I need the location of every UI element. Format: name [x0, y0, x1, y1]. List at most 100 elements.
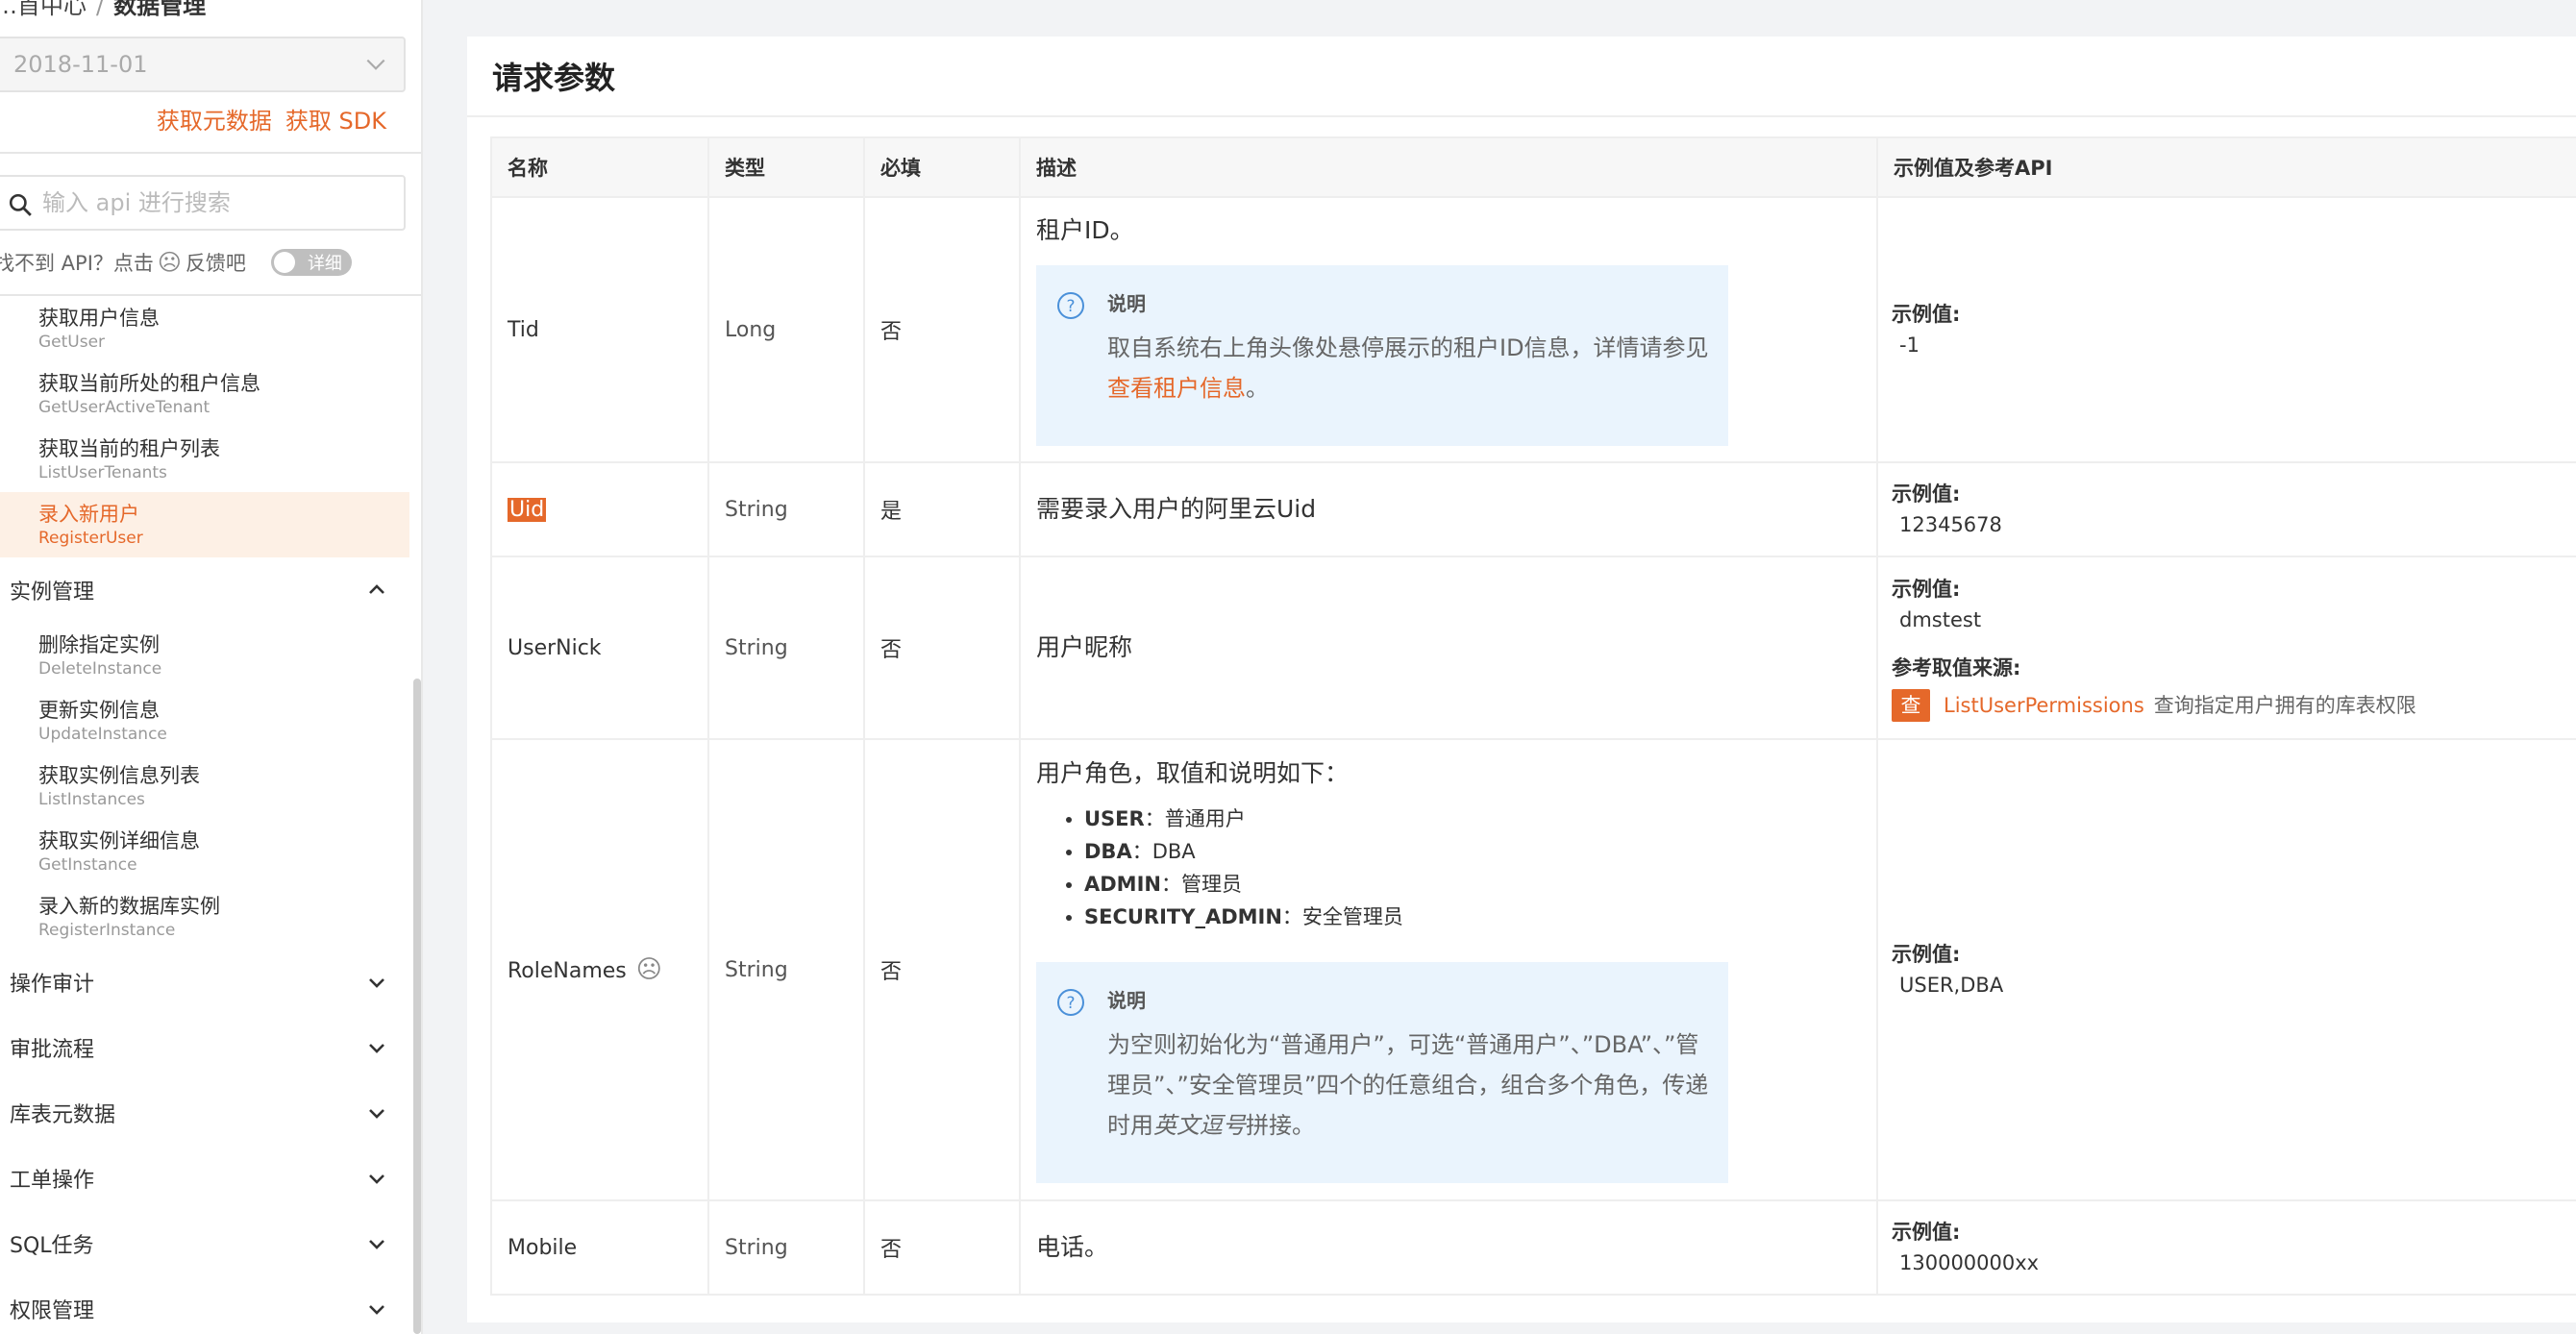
example-value: USER,DBA: [1899, 974, 2004, 997]
role-key: DBA: [1084, 840, 1132, 863]
nav-group-approval[interactable]: 审批流程: [0, 1015, 409, 1080]
param-name: Uid: [490, 461, 709, 557]
nav-item-en: ListInstances: [38, 790, 145, 809]
param-desc: 用户角色，取值和说明如下： USER：普通用户 DBA：DBA ADMIN：管理…: [1019, 738, 1878, 1201]
nav-item-deleteinstance[interactable]: 删除指定实例 DeleteInstance: [0, 623, 409, 688]
role-list: USER：普通用户 DBA：DBA ADMIN：管理员 SECURITY_ADM…: [1036, 803, 1861, 933]
nav-item-getinstance[interactable]: 获取实例详细信息 GetInstance: [0, 819, 409, 884]
param-name-text: RoleNames: [508, 959, 627, 983]
nav-item-zh: 获取实例详细信息: [38, 829, 200, 852]
sad-face-icon[interactable]: ☹: [636, 955, 662, 984]
breadcrumb: …首中心 / 数据管理: [0, 0, 206, 20]
nav-item-zh: 删除指定实例: [38, 633, 160, 656]
nav-item-en: RegisterInstance: [38, 921, 176, 940]
param-required: 否: [863, 1199, 1021, 1296]
nav-item-getuseractivetenant[interactable]: 获取当前所处的租户信息 GetUserActiveTenant: [0, 361, 409, 427]
param-required: 否: [863, 196, 1021, 463]
note-body: 取自系统右上角头像处悬停展示的租户ID信息，详情请参见查看租户信息。: [1107, 328, 1709, 408]
table-header-row: 名称 类型 必填 描述 示例值及参考API: [490, 136, 2576, 198]
param-type: String: [707, 1199, 865, 1296]
example-label: 示例值:: [1892, 943, 1961, 966]
param-example: 示例值: 130000000xx: [1876, 1199, 2576, 1296]
example-label: 示例值:: [1892, 1221, 1961, 1244]
param-example: 示例值: dmstest 参考取值来源: 查 ListUserPermissio…: [1876, 556, 2576, 740]
param-desc: 需要录入用户的阿里云Uid: [1019, 461, 1878, 557]
nav-item-en: DeleteInstance: [38, 659, 162, 679]
chevron-down-icon: [369, 1109, 384, 1119]
param-name: Tid: [490, 196, 709, 463]
search-icon: [9, 193, 32, 216]
nav-group-label: 工单操作: [10, 1169, 95, 1193]
get-sdk-link[interactable]: 获取 SDK: [285, 102, 386, 136]
param-type: Long: [707, 196, 865, 463]
table-row: Tid Long 否 租户ID。 ? 说明 取自系统右上角头像处悬停展示的租户I…: [490, 196, 2576, 463]
ref-badge: 查: [1892, 689, 1930, 722]
table-row: UserNick String 否 用户昵称 示例值: dmstest 参考取值…: [490, 556, 2576, 740]
param-required: 是: [863, 461, 1021, 557]
panel-title: 请求参数: [492, 60, 616, 96]
nav-group-ticket[interactable]: 工单操作: [0, 1146, 409, 1211]
highlighted-text: Uid: [508, 497, 547, 522]
divider: [0, 152, 421, 154]
note-title: 说明: [1107, 989, 1146, 1012]
nav-group-metadata[interactable]: 库表元数据: [0, 1080, 409, 1146]
breadcrumb-parent[interactable]: …首中心: [0, 0, 87, 19]
note-text-end: 。: [1246, 375, 1269, 402]
nav-group-sqltask[interactable]: SQL任务: [0, 1211, 409, 1276]
desc-text: 用户昵称: [1036, 633, 1133, 661]
example-value: 130000000xx: [1899, 1251, 2040, 1274]
nav-item-en: UpdateInstance: [38, 725, 167, 744]
note-emphasis: 英文逗号: [1153, 1112, 1246, 1139]
table-row: Uid String 是 需要录入用户的阿里云Uid 示例值: 12345678: [490, 461, 2576, 557]
nav-group-label: 权限管理: [10, 1299, 95, 1323]
sidebar-scrollbar[interactable]: [413, 679, 421, 1334]
role-val: ：普通用户: [1144, 807, 1246, 830]
detail-toggle[interactable]: 详细: [270, 249, 352, 276]
nav-group-instance[interactable]: 实例管理: [0, 557, 409, 623]
nav-item-zh: 录入新的数据库实例: [38, 895, 220, 918]
nav-item-en: GetUserActiveTenant: [38, 398, 211, 417]
sad-face-icon[interactable]: ☹: [158, 249, 182, 276]
example-value: -1: [1899, 334, 1920, 357]
question-circle-icon: ?: [1057, 292, 1084, 319]
role-val: ：安全管理员: [1281, 905, 1403, 928]
nav-group-audit[interactable]: 操作审计: [0, 950, 409, 1015]
nav-item-getuser[interactable]: 获取用户信息 GetUser: [0, 296, 409, 361]
list-item: USER：普通用户: [1084, 803, 1861, 835]
get-metadata-link[interactable]: 获取元数据: [157, 102, 272, 136]
nav-group-label: SQL任务: [10, 1234, 94, 1258]
chevron-down-icon: [369, 1240, 384, 1249]
nav-group-permission[interactable]: 权限管理: [0, 1276, 409, 1334]
note-body: 为空则初始化为“普通用户”，可选“普通用户”、”DBA”、”管理员”、”安全管理…: [1107, 1025, 1709, 1146]
nav-item-listinstances[interactable]: 获取实例信息列表 ListInstances: [0, 753, 409, 819]
table-row: Mobile String 否 电话。 示例值: 130000000xx: [490, 1199, 2576, 1296]
nav-item-updateinstance[interactable]: 更新实例信息 UpdateInstance: [0, 688, 409, 753]
nav-item-registerinstance[interactable]: 录入新的数据库实例 RegisterInstance: [0, 884, 409, 950]
desc-text: 租户ID。: [1036, 216, 1134, 244]
param-example: 示例值: USER,DBA: [1876, 738, 2576, 1201]
nav-item-registeruser[interactable]: 录入新用户 RegisterUser: [0, 492, 409, 557]
hint-suffix[interactable]: 反馈吧: [186, 248, 246, 277]
ref-label: 参考取值来源:: [1892, 656, 2021, 679]
role-key: ADMIN: [1084, 873, 1161, 896]
api-search-box[interactable]: [0, 175, 406, 231]
api-nav: 获取用户信息 GetUser 获取当前所处的租户信息 GetUserActive…: [0, 296, 409, 1334]
note-text: 取自系统右上角头像处悬停展示的租户ID信息，详情请参见: [1107, 334, 1709, 361]
nav-item-en: ListUserTenants: [38, 463, 167, 482]
search-input[interactable]: [40, 188, 386, 217]
list-item: ADMIN：管理员: [1084, 868, 1861, 901]
view-tenant-info-link[interactable]: 查看租户信息: [1107, 375, 1246, 402]
chevron-down-icon: [369, 1174, 384, 1184]
version-select[interactable]: 2018-11-01: [0, 37, 406, 92]
ref-desc: 查询指定用户拥有的库表权限: [2153, 694, 2416, 717]
list-user-permissions-link[interactable]: ListUserPermissions: [1944, 690, 2144, 721]
col-header-required: 必填: [863, 136, 1021, 198]
nav-item-listusertenants[interactable]: 获取当前的租户列表 ListUserTenants: [0, 427, 409, 492]
desc-text: 用户角色，取值和说明如下：: [1036, 759, 1350, 787]
param-desc: 用户昵称: [1019, 556, 1878, 740]
chevron-down-icon: [369, 1305, 384, 1315]
svg-text:?: ?: [1066, 994, 1075, 1013]
example-label: 示例值:: [1892, 482, 1961, 506]
feedback-hint: 找不到 API？点击 ☹ 反馈吧 详细: [0, 248, 352, 277]
sidebar: …首中心 / 数据管理 2018-11-01 获取元数据 获取 SDK 找不到 AP…: [0, 0, 423, 1334]
